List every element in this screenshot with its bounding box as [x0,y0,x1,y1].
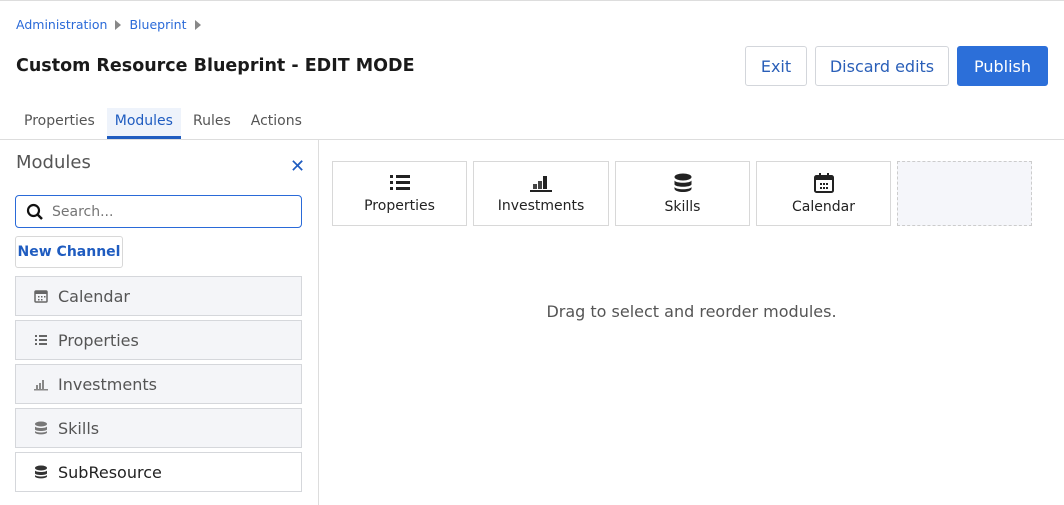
divider [318,140,319,505]
list-icon [389,174,410,190]
tile-label: Properties [364,197,435,214]
breadcrumb: Administration Blueprint [16,17,201,32]
module-item-label: Calendar [58,286,130,306]
tab-modules[interactable]: Modules [106,108,181,139]
page-title: Custom Resource Blueprint - EDIT MODE [16,56,415,76]
search-icon [26,203,43,220]
bar-chart-icon [530,175,552,192]
tile-label: Investments [497,197,585,214]
search-field[interactable] [15,195,302,228]
module-tile-calendar[interactable]: Calendar [756,161,891,226]
discard-edits-button[interactable]: Discard edits [815,46,949,86]
module-tile-investments[interactable]: Investments [473,161,609,226]
empty-drop-slot[interactable] [897,161,1032,226]
database-icon [674,173,691,192]
breadcrumb-administration[interactable]: Administration [16,17,107,32]
close-icon[interactable]: ✕ [290,156,305,177]
module-item-skills[interactable]: Skills [15,408,302,448]
calendar-icon [813,172,834,193]
module-item-label: SubResource [58,462,162,482]
module-item-calendar[interactable]: Calendar [15,276,302,316]
module-item-label: Skills [58,418,100,438]
exit-button[interactable]: Exit [745,46,807,86]
module-item-label: Properties [58,330,139,350]
database-icon [35,465,47,479]
module-item-label: Investments [58,374,157,394]
sidebar-title: Modules [16,152,91,173]
chevron-right-icon [115,19,122,30]
module-item-properties[interactable]: Properties [15,320,302,360]
database-icon [35,421,47,435]
divider [0,139,1064,140]
tab-properties[interactable]: Properties [16,108,103,139]
search-input[interactable] [52,203,282,220]
new-channel-button[interactable]: New Channel [15,236,123,268]
breadcrumb-blueprint[interactable]: Blueprint [129,17,186,32]
publish-button[interactable]: Publish [957,46,1048,86]
module-item-investments[interactable]: Investments [15,364,302,404]
chevron-right-icon [194,19,201,30]
calendar-icon [34,290,48,303]
tile-label: Calendar [792,198,855,215]
module-tile-properties[interactable]: Properties [332,161,467,226]
tab-bar: Properties Modules Rules Actions [16,108,314,139]
tab-rules[interactable]: Rules [185,108,239,139]
bar-chart-icon [34,380,48,391]
list-icon [35,335,47,345]
tile-label: Skills [664,198,701,215]
module-item-subresource[interactable]: SubResource [15,452,302,492]
module-tile-skills[interactable]: Skills [615,161,750,226]
empty-message: Drag to select and reorder modules. [546,302,837,321]
tab-actions[interactable]: Actions [243,108,310,139]
